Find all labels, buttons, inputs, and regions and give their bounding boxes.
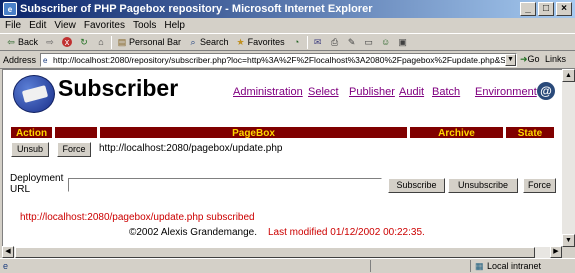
menu-edit[interactable]: Edit <box>29 20 46 31</box>
research-icon: ▣ <box>398 37 407 47</box>
back-arrow-icon: ⇦ <box>7 37 15 47</box>
forward-arrow-icon: ⇨ <box>46 37 54 47</box>
home-button[interactable]: ⌂ <box>94 37 108 47</box>
address-label: Address <box>3 54 37 65</box>
page-title: Subscriber <box>58 75 179 101</box>
go-arrow-icon: ➜ <box>520 54 528 64</box>
horizontal-scroll-thumb[interactable] <box>15 247 535 258</box>
stop-icon: x <box>62 37 73 47</box>
messenger-button[interactable]: ☺ <box>379 37 393 47</box>
edit-icon: ✎ <box>347 37 356 47</box>
address-dropdown-icon[interactable]: ▼ <box>505 54 516 66</box>
at-icon[interactable]: @ <box>537 82 555 100</box>
menu-help[interactable]: Help <box>164 20 185 31</box>
personal-bar-icon: ▤ <box>117 37 127 47</box>
window-title: Subscriber of PHP Pagebox repository - M… <box>20 3 373 15</box>
zone-label: Local intranet <box>487 261 542 271</box>
unsub-button[interactable]: Unsub <box>11 142 49 157</box>
status-message: http://localhost:2080/pagebox/update.php… <box>20 212 255 223</box>
url-label: URL <box>10 184 31 195</box>
go-button[interactable]: ➜Go <box>520 54 540 65</box>
page-content: Subscriber Administration Select Publish… <box>2 69 562 247</box>
horizontal-scrollbar[interactable]: ◀ ▶ <box>2 246 562 258</box>
unsubscribe-button[interactable]: Unsubscribe <box>448 178 518 193</box>
status-page-icon: e <box>3 261 9 271</box>
edit-button[interactable]: ✎ <box>345 37 359 47</box>
toolbar-separator <box>111 35 113 49</box>
address-bar: Address e http://localhost:2080/reposito… <box>0 51 575 69</box>
force-button[interactable]: Force <box>523 178 556 193</box>
history-icon: ◔ <box>293 37 300 47</box>
search-button[interactable]: ⌕ Search <box>186 37 231 47</box>
deployment-label: Deployment <box>10 173 64 184</box>
mail-icon: ✉ <box>313 37 322 47</box>
history-button[interactable]: ◔ <box>290 37 304 47</box>
menu-favorites[interactable]: Favorites <box>84 20 125 31</box>
scroll-right-icon[interactable]: ▶ <box>550 246 562 258</box>
menu-view[interactable]: View <box>54 20 76 31</box>
favorites-icon: ★ <box>236 37 245 47</box>
page-icon: e <box>43 56 48 65</box>
vertical-scrollbar[interactable]: ▲ ▼ <box>562 69 575 247</box>
header-archive: Archive <box>409 126 504 139</box>
menu-tools[interactable]: Tools <box>133 20 156 31</box>
favorites-button[interactable]: ★ Favorites <box>234 37 287 47</box>
status-bar: e ▦ Local intranet <box>0 258 575 273</box>
scroll-up-icon[interactable]: ▲ <box>562 69 575 82</box>
research-button[interactable]: ▣ <box>396 37 410 47</box>
refresh-button[interactable]: ↻ <box>77 37 91 47</box>
nav-administration[interactable]: Administration <box>233 86 303 98</box>
scroll-left-icon[interactable]: ◀ <box>2 246 14 258</box>
personal-bar-button[interactable]: ▤ Personal Bar <box>115 37 183 47</box>
deployment-url-input[interactable] <box>68 178 382 192</box>
print-button[interactable]: ⎙ <box>328 37 342 47</box>
pagebox-url: http://localhost:2080/pagebox/update.php <box>99 143 283 154</box>
ie-icon: e <box>3 2 17 16</box>
stop-button[interactable]: x <box>60 37 74 47</box>
mail-button[interactable]: ✉ <box>311 37 325 47</box>
discuss-button[interactable]: ▭ <box>362 37 376 47</box>
menu-file[interactable]: File <box>5 20 21 31</box>
print-icon: ⎙ <box>330 37 339 47</box>
header-state: State <box>505 126 555 139</box>
nav-publisher[interactable]: Publisher <box>349 86 395 98</box>
maximize-button[interactable]: □ <box>538 2 554 16</box>
header-blank <box>54 126 98 139</box>
forward-button[interactable]: ⇨ <box>43 37 57 47</box>
scroll-down-icon[interactable]: ▼ <box>562 234 575 247</box>
header-action: Action <box>10 126 53 139</box>
menu-bar: File Edit View Favorites Tools Help <box>0 18 575 33</box>
last-modified: Last modified 01/12/2002 00:22:35. <box>268 227 425 238</box>
home-icon: ⌂ <box>98 37 104 47</box>
force-row-button[interactable]: Force <box>57 142 91 157</box>
title-bar: e Subscriber of PHP Pagebox repository -… <box>0 0 575 18</box>
address-url: http://localhost:2080/repository/subscri… <box>53 55 516 65</box>
minimize-button[interactable]: _ <box>520 2 536 16</box>
nav-select[interactable]: Select <box>308 86 339 98</box>
logo-icon <box>13 75 55 113</box>
address-input[interactable]: e http://localhost:2080/repository/subsc… <box>40 53 517 67</box>
nav-audit[interactable]: Audit <box>399 86 424 98</box>
discuss-icon: ▭ <box>364 37 373 47</box>
messenger-icon: ☺ <box>380 37 391 47</box>
links-button[interactable]: Links <box>545 54 566 64</box>
search-icon: ⌕ <box>190 37 196 47</box>
intranet-icon: ▦ <box>475 261 484 271</box>
toolbar: ⇦ Back ⇨ x ↻ ⌂ ▤ Personal Bar ⌕ Search ★ Fav… <box>0 33 575 51</box>
refresh-icon: ↻ <box>80 37 88 47</box>
header-pagebox: PageBox <box>99 126 408 139</box>
toolbar-separator <box>306 35 308 49</box>
nav-environment[interactable]: Environment <box>475 86 537 98</box>
copyright: ©2002 Alexis Grandemange. <box>129 227 258 238</box>
back-button[interactable]: ⇦ Back <box>4 37 40 47</box>
close-button[interactable]: × <box>556 2 572 16</box>
nav-batch[interactable]: Batch <box>432 86 460 98</box>
subscribe-button[interactable]: Subscribe <box>388 178 445 193</box>
